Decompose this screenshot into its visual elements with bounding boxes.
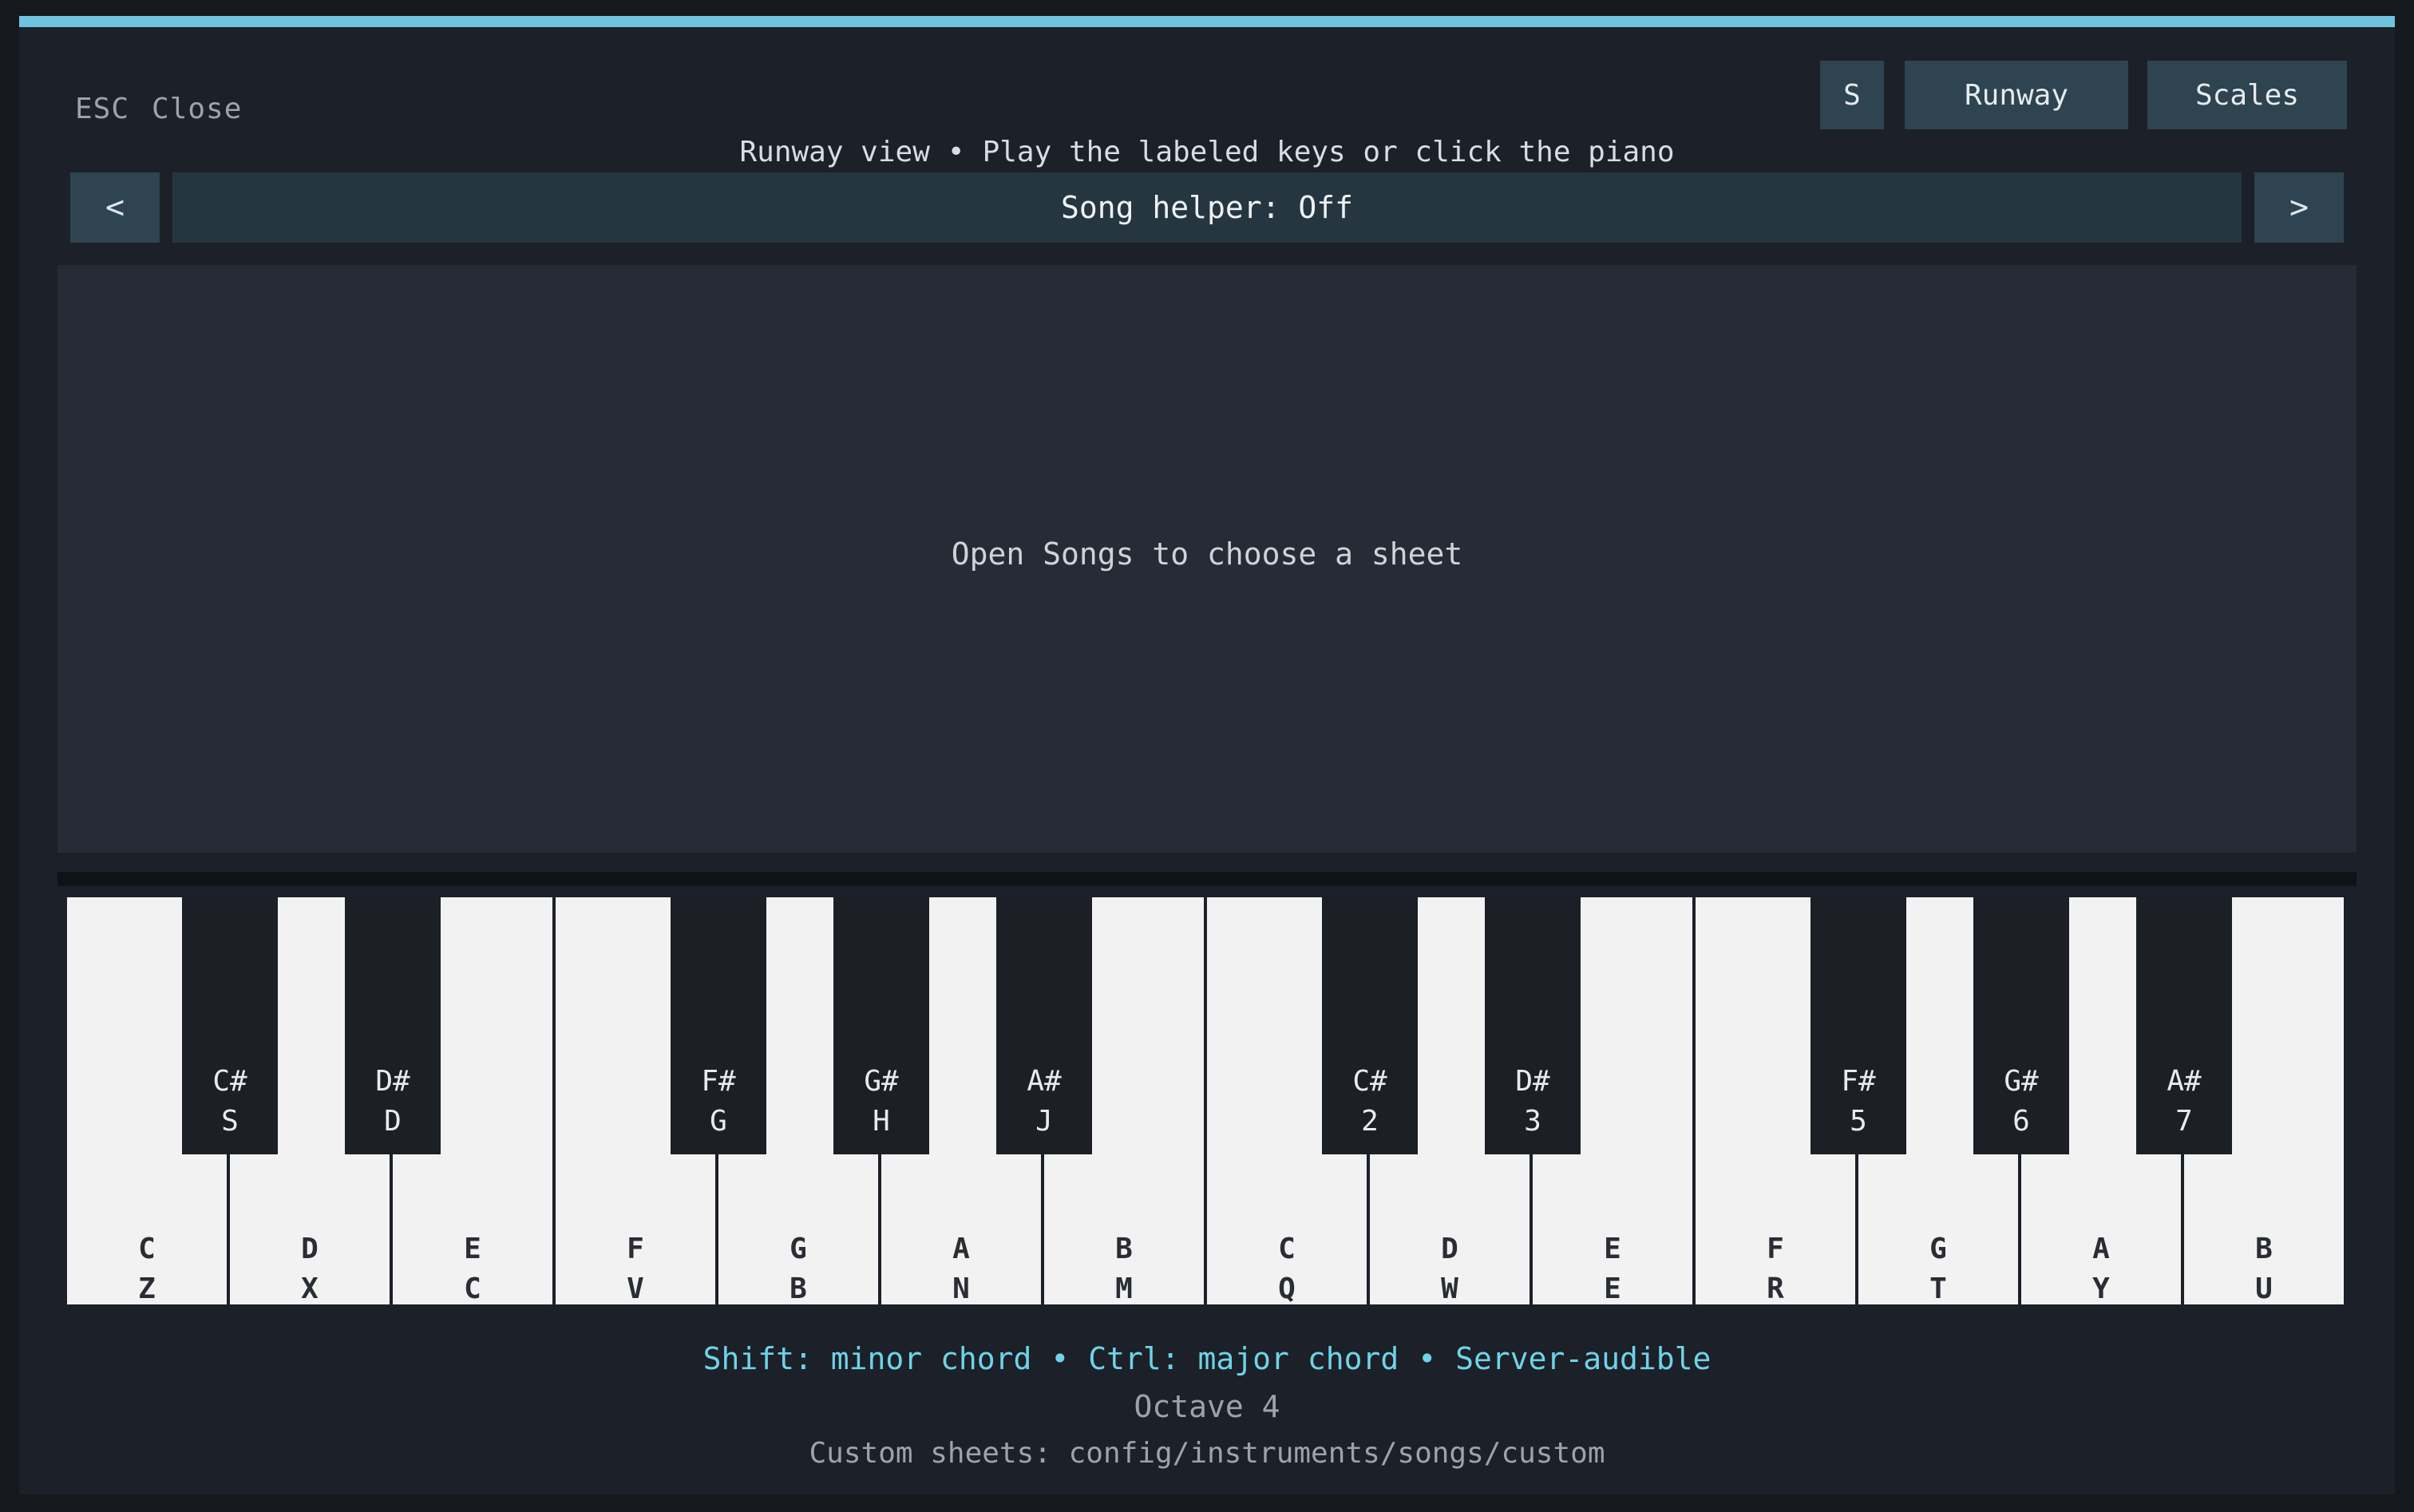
key-shortcut: W	[1441, 1273, 1458, 1305]
key-shortcut: X	[301, 1273, 319, 1305]
key-shortcut: J	[1035, 1105, 1053, 1138]
runway-message: Open Songs to choose a sheet	[951, 536, 1463, 572]
key-note: D#	[1515, 1065, 1550, 1098]
octave-label: Octave 4	[1134, 1389, 1280, 1424]
key-note: C	[138, 1233, 156, 1265]
key-note: F#	[701, 1065, 736, 1098]
black-key[interactable]: C# S	[182, 897, 278, 1154]
key-note: C#	[1352, 1065, 1387, 1098]
key-shortcut: B	[789, 1273, 807, 1305]
key-note: G#	[864, 1065, 899, 1098]
black-key[interactable]: G# H	[833, 897, 929, 1154]
minor-chord-hint: Shift: minor chord	[702, 1341, 1032, 1376]
key-shortcut: 3	[1524, 1105, 1541, 1138]
chord-hints: Shift: minor chord • Ctrl: major chord • Ser…	[19, 1341, 2395, 1376]
key-shortcut: 6	[2012, 1105, 2030, 1138]
key-shortcut: D	[384, 1105, 402, 1138]
black-key[interactable]: F# 5	[1810, 897, 1906, 1154]
key-note: B	[1115, 1233, 1133, 1265]
major-chord-hint: Ctrl: major chord	[1088, 1341, 1399, 1376]
helper-next-button[interactable]: >	[2254, 172, 2344, 243]
key-note: G#	[2004, 1065, 2039, 1098]
key-note: E	[1604, 1233, 1621, 1265]
scales-button[interactable]: Scales	[2147, 61, 2347, 129]
close-control[interactable]: ESC Close	[75, 93, 242, 125]
key-shortcut: H	[873, 1105, 890, 1138]
key-note: D	[301, 1233, 319, 1265]
key-shortcut: U	[2255, 1273, 2273, 1305]
key-shortcut: Y	[2092, 1273, 2110, 1305]
key-shortcut: S	[221, 1105, 239, 1138]
key-shortcut: R	[1767, 1273, 1784, 1305]
key-note: G	[789, 1233, 807, 1265]
server-audible-hint: Server-audible	[1455, 1341, 1712, 1376]
key-shortcut: Z	[138, 1273, 156, 1305]
key-shortcut: C	[464, 1273, 481, 1305]
view-name: Runway view	[739, 136, 930, 168]
view-subtitle: Runway view • Play the labeled keys or cli…	[19, 136, 2395, 168]
runway-button[interactable]: Runway	[1905, 61, 2128, 129]
key-shortcut: G	[710, 1105, 727, 1138]
song-helper-toggle[interactable]: Song helper: Off	[172, 172, 2242, 243]
view-instruction: Play the labeled keys or click the piano	[982, 136, 1675, 168]
black-key[interactable]: D# 3	[1485, 897, 1581, 1154]
key-shortcut: N	[952, 1273, 970, 1305]
black-key[interactable]: A# J	[996, 897, 1092, 1154]
black-key[interactable]: C# 2	[1322, 897, 1418, 1154]
key-shortcut: 7	[2175, 1105, 2193, 1138]
black-key[interactable]: F# G	[671, 897, 766, 1154]
key-shortcut: V	[627, 1273, 644, 1305]
key-note: C#	[212, 1065, 247, 1098]
key-note: G	[1929, 1233, 1947, 1265]
key-note: B	[2255, 1233, 2273, 1265]
key-note: A	[952, 1233, 970, 1265]
key-note: C	[1278, 1233, 1296, 1265]
accent-bar	[19, 16, 2395, 27]
key-note: F	[627, 1233, 644, 1265]
black-key[interactable]: A# 7	[2136, 897, 2232, 1154]
key-note: F	[1767, 1233, 1784, 1265]
separator: •	[947, 136, 965, 168]
close-label: Close	[152, 93, 243, 125]
key-note: A	[2092, 1233, 2110, 1265]
separator: •	[1051, 1341, 1070, 1376]
black-key[interactable]: D# D	[345, 897, 441, 1154]
key-note: D	[1441, 1233, 1458, 1265]
runway-area: Open Songs to choose a sheet	[57, 265, 2357, 853]
instrument-panel: ESC Close S Runway Scales Runway view • Pla…	[19, 16, 2395, 1494]
s-button[interactable]: S	[1820, 61, 1884, 129]
hit-line	[57, 872, 2357, 886]
separator: •	[1418, 1341, 1437, 1376]
esc-key-label: ESC	[75, 93, 130, 125]
key-note: A#	[2167, 1065, 2202, 1098]
piano-keyboard: C Z D X E C F V G B A N B M C Q D W E E F R G T A Y B U C# S D# D F# G G# H…	[67, 897, 2347, 1305]
key-shortcut: 2	[1361, 1105, 1379, 1138]
key-shortcut: 5	[1850, 1105, 1867, 1138]
key-shortcut: Q	[1278, 1273, 1296, 1305]
helper-prev-button[interactable]: <	[70, 172, 160, 243]
key-shortcut: T	[1929, 1273, 1947, 1305]
key-note: E	[464, 1233, 481, 1265]
black-key[interactable]: G# 6	[1973, 897, 2069, 1154]
key-note: A#	[1027, 1065, 1062, 1098]
key-note: F#	[1841, 1065, 1876, 1098]
custom-sheets-path: Custom sheets: config/instruments/songs/…	[809, 1437, 1605, 1470]
key-shortcut: E	[1604, 1273, 1621, 1305]
key-note: D#	[375, 1065, 410, 1098]
key-shortcut: M	[1115, 1273, 1133, 1305]
